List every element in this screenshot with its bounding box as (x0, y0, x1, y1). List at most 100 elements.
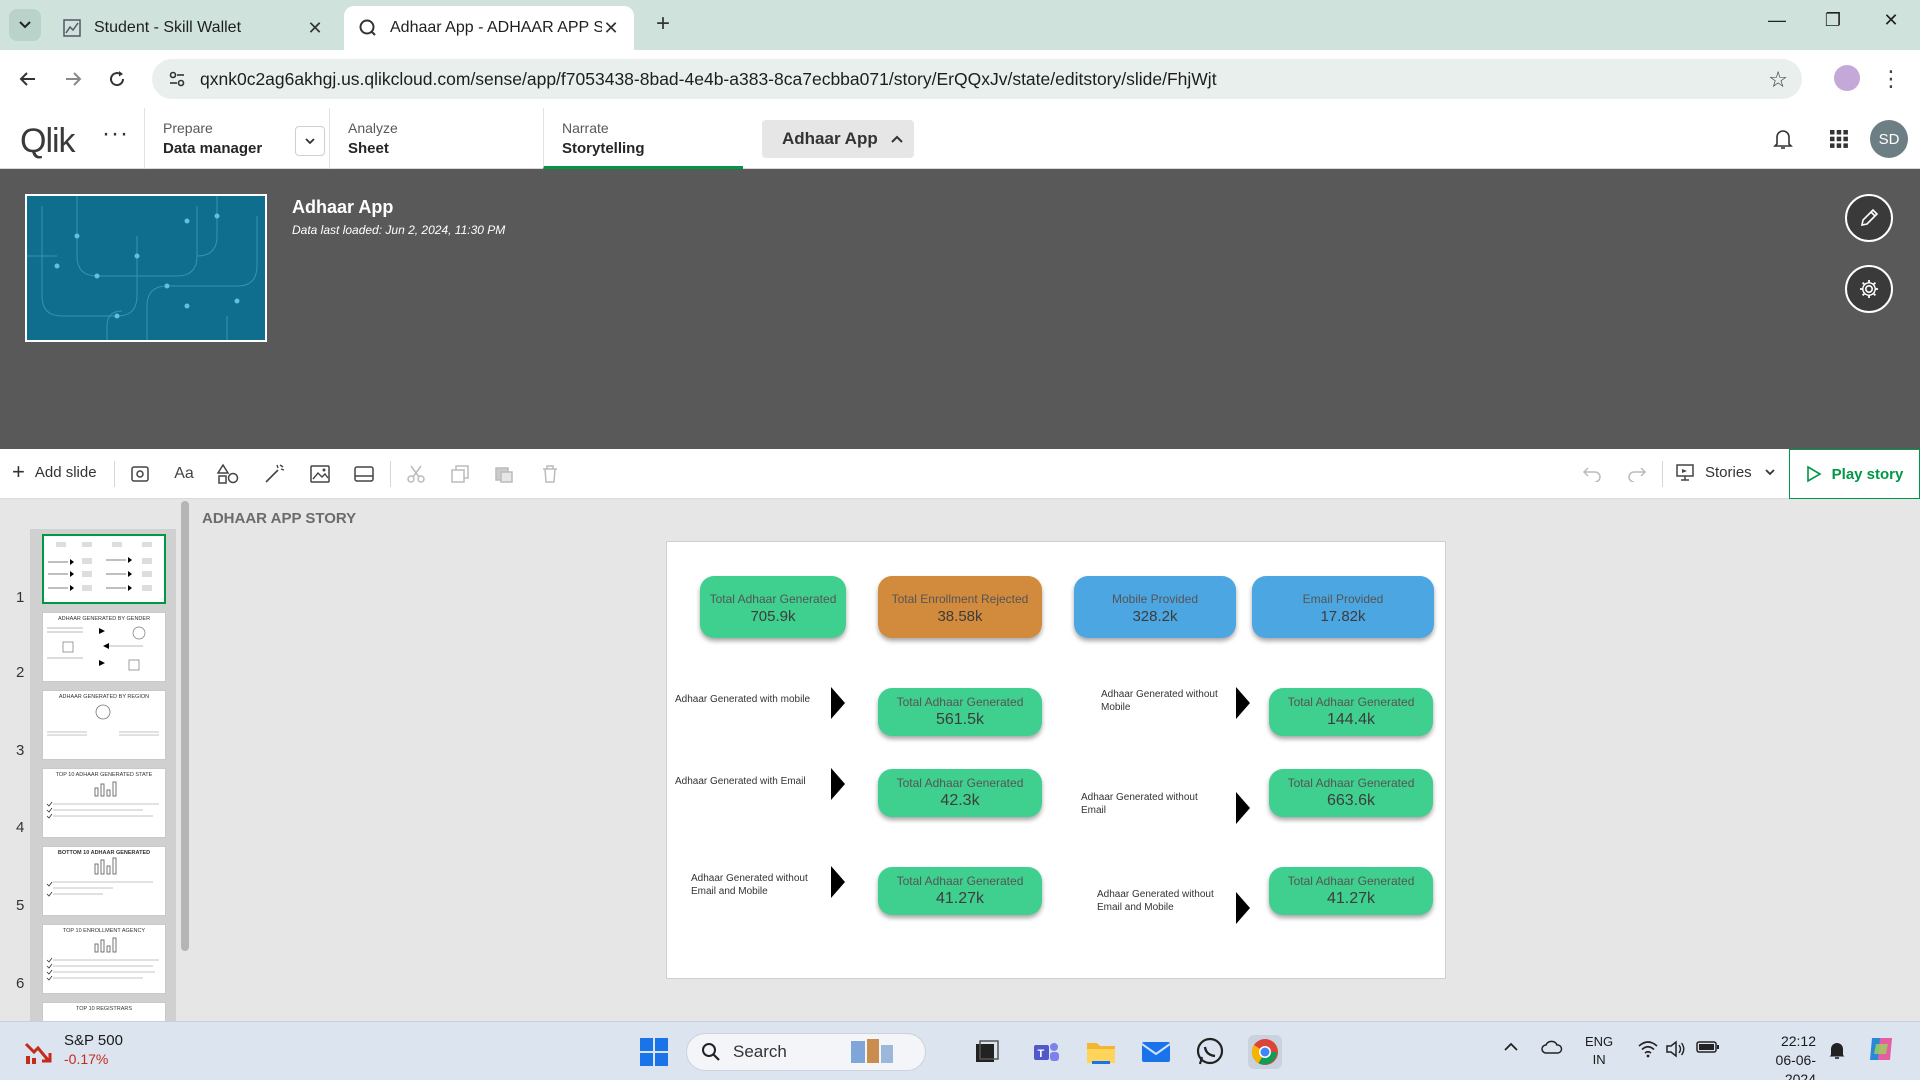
slide-thumbnail-7[interactable]: TOP 10 REGISTRARS (42, 1002, 166, 1021)
site-settings-icon[interactable] (166, 68, 188, 90)
stock-change: -0.17% (64, 1051, 109, 1067)
minimize-icon[interactable]: — (1762, 10, 1792, 31)
slide-thumbnail-5[interactable]: BOTTOM 10 ADHAAR GENERATED (42, 846, 166, 916)
wifi-icon[interactable] (1637, 1040, 1659, 1061)
media-icon[interactable] (352, 462, 376, 486)
task-view-icon[interactable] (970, 1035, 1004, 1069)
restore-icon[interactable]: ❐ (1818, 10, 1848, 31)
search-icon (702, 1043, 720, 1061)
language-indicator[interactable]: ENG IN (1585, 1033, 1613, 1069)
undo-icon[interactable] (1580, 462, 1604, 486)
back-icon[interactable] (13, 64, 43, 94)
kpi-label: Total Adhaar Generated (896, 695, 1024, 709)
tab-search-button[interactable] (9, 9, 41, 41)
text-tool-icon[interactable]: Aa (172, 462, 196, 486)
paste-icon[interactable] (492, 462, 516, 486)
circuit-pattern-image (27, 196, 258, 340)
plus-icon: + (12, 459, 25, 484)
shapes-icon[interactable] (216, 462, 240, 486)
image-icon[interactable] (308, 462, 332, 486)
slide-thumbnail-2[interactable]: ADHAAR GENERATED BY GENDER (42, 612, 166, 682)
app-name-button[interactable]: Adhaar App (762, 120, 914, 158)
delete-icon[interactable] (538, 462, 562, 486)
windows-start-icon[interactable] (637, 1035, 671, 1069)
kpi-value: 705.9k (750, 608, 796, 625)
qlik-logo[interactable]: Qlik (20, 122, 76, 161)
prepare-dropdown-button[interactable] (295, 126, 325, 156)
add-slide-button[interactable]: + Add slide (12, 459, 97, 484)
battery-icon[interactable] (1696, 1040, 1720, 1057)
kpi-generated-with-mobile[interactable]: Total Adhaar Generated 561.5k (878, 688, 1042, 736)
stock-widget[interactable]: S&P 500 -0.17% (64, 1032, 123, 1067)
play-story-button[interactable]: Play story (1789, 449, 1920, 499)
thumbnail-scrollbar[interactable] (181, 501, 189, 951)
slide-preview (47, 704, 159, 736)
kpi-total-enrollment-rejected[interactable]: Total Enrollment Rejected 38.58k (878, 576, 1042, 638)
arrow-right-icon (831, 768, 845, 800)
redo-icon[interactable] (1625, 462, 1649, 486)
stories-dropdown[interactable]: Stories (1675, 463, 1776, 481)
browser-profile-avatar[interactable] (1834, 65, 1860, 91)
nav-prepare[interactable]: Prepare Data manager (144, 108, 329, 169)
close-tab-icon[interactable]: ✕ (306, 18, 324, 39)
address-bar-row: qxnk0c2ag6akhgj.us.qlikcloud.com/sense/a… (0, 50, 1920, 108)
teams-icon[interactable]: T (1029, 1035, 1063, 1069)
copilot-icon[interactable] (1866, 1034, 1896, 1067)
slide-preview (47, 626, 146, 671)
nav-analyze[interactable]: Analyze Sheet (329, 108, 543, 169)
edit-app-button[interactable] (1845, 194, 1893, 242)
new-tab-button[interactable]: + (650, 12, 676, 38)
notification-bell-icon[interactable] (1827, 1040, 1847, 1063)
snapshot-library-icon[interactable] (128, 462, 152, 486)
mail-icon[interactable] (1139, 1035, 1173, 1069)
kpi-label: Mobile Provided (1111, 592, 1199, 606)
system-clock[interactable]: 22:12 06-06-2024 (1760, 1032, 1816, 1080)
bookmark-star-icon[interactable]: ☆ (1768, 67, 1788, 93)
toolbar-divider (1662, 461, 1663, 487)
pencil-icon (1860, 208, 1879, 227)
chrome-icon[interactable] (1248, 1035, 1282, 1069)
more-menu-icon[interactable]: ··· (102, 120, 129, 148)
slide-thumbnail-6[interactable]: TOP 10 ENROLLMENT AGENCY (42, 924, 166, 994)
url-field[interactable]: qxnk0c2ag6akhgj.us.qlikcloud.com/sense/a… (152, 59, 1802, 99)
kpi-generated-without-email[interactable]: Total Adhaar Generated 663.6k (1269, 769, 1433, 817)
browser-tab-bar: Student - Skill Wallet ✕ Adhaar App - AD… (0, 0, 1920, 50)
onedrive-cloud-icon[interactable] (1541, 1040, 1563, 1057)
story-toolbar: + Add slide Aa Stories Play story (0, 449, 1920, 499)
reload-icon[interactable] (102, 64, 132, 94)
nav-narrate[interactable]: Narrate Storytelling (543, 108, 743, 169)
whatsapp-icon[interactable] (1193, 1035, 1227, 1069)
slide-number: 3 (16, 742, 25, 759)
slide-thumbnail-3[interactable]: ADHAAR GENERATED BY REGION (42, 690, 166, 760)
app-settings-button[interactable] (1845, 265, 1893, 313)
close-window-icon[interactable]: ✕ (1876, 10, 1906, 31)
kpi-generated-with-email[interactable]: Total Adhaar Generated 42.3k (878, 769, 1042, 817)
user-avatar[interactable]: SD (1870, 120, 1908, 158)
cut-icon[interactable] (404, 462, 428, 486)
kpi-total-adhaar-generated[interactable]: Total Adhaar Generated 705.9k (700, 576, 846, 638)
browser-menu-icon[interactable]: ⋮ (1880, 64, 1902, 94)
close-tab-icon[interactable]: ✕ (602, 18, 620, 39)
show-hidden-icons-chevron[interactable] (1503, 1040, 1519, 1056)
slide-thumbnail-1[interactable] (42, 534, 166, 604)
taskbar-search[interactable]: Search (686, 1033, 926, 1071)
slide-number: 4 (16, 819, 25, 836)
kpi-generated-without-mobile[interactable]: Total Adhaar Generated 144.4k (1269, 688, 1433, 736)
stock-name: S&P 500 (64, 1032, 123, 1049)
kpi-generated-without-email-and-mobile-right[interactable]: Total Adhaar Generated 41.27k (1269, 867, 1433, 915)
effects-wand-icon[interactable] (262, 462, 286, 486)
copy-icon[interactable] (448, 462, 472, 486)
kpi-email-provided[interactable]: Email Provided 17.82k (1252, 576, 1434, 638)
kpi-mobile-provided[interactable]: Mobile Provided 328.2k (1074, 576, 1236, 638)
forward-icon[interactable] (58, 64, 88, 94)
browser-tab-skill-wallet[interactable]: Student - Skill Wallet ✕ (48, 6, 338, 50)
notifications-bell-icon[interactable] (1770, 126, 1796, 152)
browser-tab-adhaar-app[interactable]: Adhaar App - ADHAAR APP STO ✕ (344, 6, 634, 50)
file-explorer-icon[interactable] (1084, 1035, 1118, 1069)
volume-icon[interactable] (1665, 1040, 1687, 1061)
app-grid-icon[interactable] (1826, 126, 1852, 152)
row-label-with-mobile: Adhaar Generated with mobile (675, 694, 811, 705)
kpi-generated-without-email-and-mobile[interactable]: Total Adhaar Generated 41.27k (878, 867, 1042, 915)
slide-thumbnail-4[interactable]: TOP 10 ADHAAR GENERATED STATE (42, 768, 166, 838)
slide-canvas[interactable]: Total Adhaar Generated 705.9k Total Enro… (666, 541, 1446, 979)
